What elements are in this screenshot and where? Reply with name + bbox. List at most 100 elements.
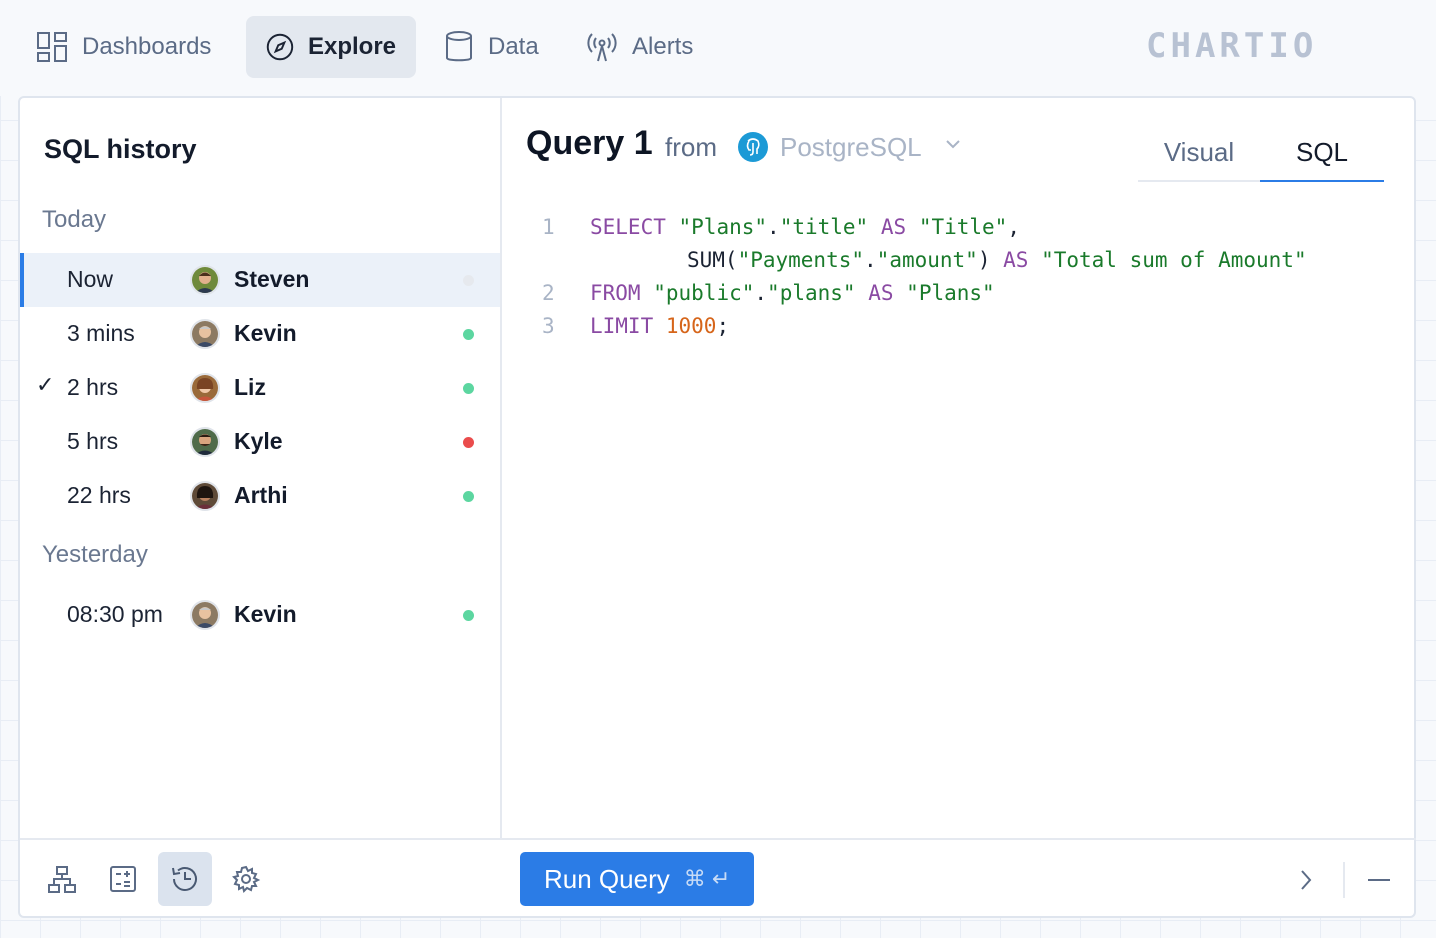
nav-alerts[interactable]: Alerts: [566, 16, 713, 78]
avatar: [190, 427, 220, 457]
history-user: Arthi: [234, 482, 288, 508]
settings-button[interactable]: [219, 852, 273, 906]
line-number: 1: [542, 215, 555, 239]
tab-sql[interactable]: SQL: [1260, 124, 1384, 182]
avatar: [190, 265, 220, 295]
settings-icon: [232, 865, 261, 893]
history-time: 22 hrs: [67, 482, 131, 508]
query-editor: Query 1 from PostgreSQL Visual SQL 1 SEL…: [502, 98, 1416, 838]
from-label: from: [665, 132, 717, 162]
dashboards-icon: [37, 32, 67, 62]
sql-punct: .: [864, 248, 877, 272]
sql-string: "amount": [876, 248, 978, 272]
history-user: Kevin: [234, 320, 297, 346]
postgresql-icon: [738, 132, 768, 162]
chartio-logo: CHARTIO: [1146, 26, 1318, 66]
avatar: [190, 373, 220, 403]
sql-history-sidebar: SQL history Today Now Steven 3 mins Kevi…: [20, 98, 502, 838]
sql-function: SUM(: [687, 248, 738, 272]
sql-keyword: FROM: [590, 281, 641, 305]
footer-toolbar: Run Query ⌘ ↵: [20, 838, 1416, 918]
history-time: 5 hrs: [67, 428, 119, 454]
main-panel: SQL history Today Now Steven 3 mins Kevi…: [18, 96, 1416, 918]
status-success-dot: [463, 329, 474, 340]
group-label-yesterday: Yesterday: [42, 541, 148, 568]
status-pending-dot: [463, 275, 474, 286]
chevron-right-icon[interactable]: [1298, 868, 1314, 892]
status-success-dot: [463, 491, 474, 502]
history-time: 08:30 pm: [67, 601, 163, 627]
history-row[interactable]: 3 mins Kevin: [20, 307, 500, 361]
sql-keyword: AS: [880, 215, 907, 239]
history-button[interactable]: [158, 852, 212, 906]
history-row[interactable]: ✓ 2 hrs Liz: [20, 361, 500, 415]
sql-punct: ): [977, 248, 991, 272]
antenna-icon: [587, 33, 617, 62]
nav-explore-label: Explore: [307, 33, 396, 60]
database-icon: [446, 31, 472, 62]
sidebar-title: SQL history: [44, 134, 197, 164]
sql-keyword: LIMIT: [590, 314, 654, 338]
sql-punct: .: [767, 215, 780, 239]
run-query-button[interactable]: Run Query ⌘ ↵: [520, 852, 754, 906]
keyboard-shortcut-hint: ⌘ ↵: [683, 866, 731, 891]
sql-keyword: AS: [868, 281, 894, 305]
line-number: 2: [542, 281, 555, 305]
group-label-today: Today: [42, 206, 107, 233]
compass-icon: [266, 33, 294, 61]
nav-dashboards-label: Dashboards: [82, 33, 212, 60]
history-row[interactable]: Now Steven: [20, 253, 500, 307]
query-title[interactable]: Query 1: [526, 124, 653, 163]
calculator-icon: [110, 866, 136, 892]
avatar: [190, 600, 220, 630]
footer-divider: [1343, 862, 1345, 898]
line-number: 3: [542, 314, 555, 338]
sql-keyword: SELECT: [590, 215, 666, 239]
history-icon: [172, 867, 197, 891]
code-line: SELECT "Plans"."title" AS "Title",: [590, 212, 1020, 242]
history-user: Steven: [234, 266, 310, 292]
sql-punct: ,: [1007, 215, 1020, 239]
sql-number: 1000: [665, 314, 717, 338]
history-user: Kevin: [234, 601, 297, 627]
history-row[interactable]: 08:30 pm Kevin: [20, 588, 500, 642]
chevron-down-icon[interactable]: [944, 138, 962, 150]
status-error-dot: [463, 437, 474, 448]
status-success-dot: [463, 383, 474, 394]
code-line: SUM("Payments"."amount") AS "Total sum o…: [687, 245, 1307, 275]
code-line: LIMIT 1000;: [590, 311, 729, 341]
sql-string: "Plans": [678, 215, 768, 239]
nav-data[interactable]: Data: [424, 16, 559, 78]
history-time: 3 mins: [67, 320, 135, 346]
sql-punct: .: [754, 281, 768, 305]
nav-alerts-label: Alerts: [632, 33, 694, 60]
top-nav: Dashboards Explore Data Alerts CHARTIO: [0, 0, 1436, 96]
nav-data-label: Data: [488, 33, 539, 60]
sql-string: "public": [653, 281, 755, 305]
schema-button[interactable]: [35, 852, 89, 906]
nav-explore[interactable]: Explore: [246, 16, 416, 78]
code-line: FROM "public"."plans" AS "Plans": [590, 278, 995, 308]
history-user: Liz: [234, 374, 266, 400]
history-row[interactable]: 5 hrs Kyle: [20, 415, 500, 469]
calculator-button[interactable]: [96, 852, 150, 906]
run-query-label: Run Query: [544, 863, 670, 894]
tab-visual[interactable]: Visual: [1138, 124, 1260, 182]
history-row[interactable]: 22 hrs Arthi: [20, 469, 500, 523]
sql-string: "title": [779, 215, 869, 239]
nav-dashboards[interactable]: Dashboards: [16, 16, 231, 78]
data-source-select[interactable]: PostgreSQL: [780, 132, 922, 163]
status-success-dot: [463, 610, 474, 621]
sql-string: "Title": [918, 215, 1008, 239]
sql-string: "plans": [767, 281, 856, 305]
sql-punct: ;: [716, 314, 730, 338]
checkmark-icon: ✓: [36, 372, 55, 397]
history-time: Now: [67, 266, 114, 292]
sql-keyword: AS: [1003, 248, 1029, 272]
minimize-icon[interactable]: [1368, 878, 1390, 882]
sql-string: "Total sum of Amount": [1041, 248, 1307, 272]
history-user: Kyle: [234, 428, 283, 454]
avatar: [190, 481, 220, 511]
avatar: [190, 319, 220, 349]
schema-icon: [48, 866, 76, 893]
